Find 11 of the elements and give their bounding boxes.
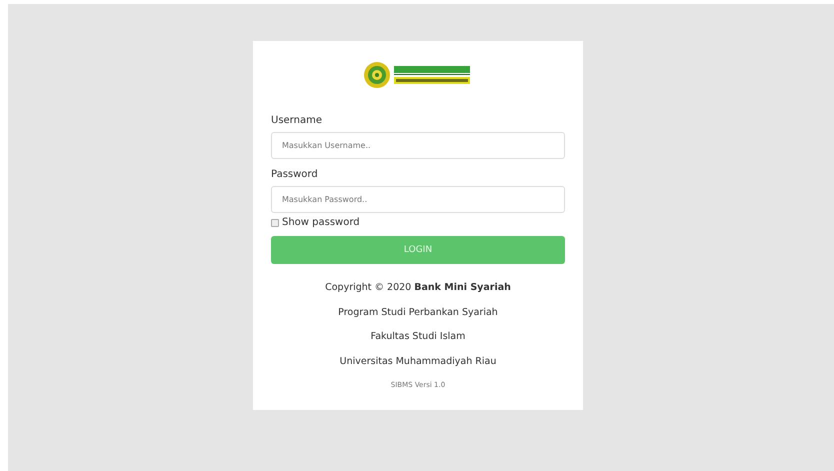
footer-text: Program Studi Perbankan Syariah xyxy=(337,306,499,320)
footer-text: Fakultas Studi Islam xyxy=(370,330,466,344)
login-button[interactable]: LOGIN xyxy=(271,236,565,264)
input-field[interactable]: Masukkan Password.. xyxy=(271,186,565,213)
input-field[interactable]: Masukkan Username.. xyxy=(271,132,565,159)
field-label: Username xyxy=(271,115,323,126)
field-label: Password xyxy=(271,169,319,180)
checkbox[interactable] xyxy=(271,218,279,226)
copyright-text: Copyright © 2020 Bank Mini Syariah xyxy=(324,281,512,295)
footer-text: Universitas Muhammadiyah Riau xyxy=(338,354,498,368)
checkbox-label: Show password xyxy=(282,217,360,228)
